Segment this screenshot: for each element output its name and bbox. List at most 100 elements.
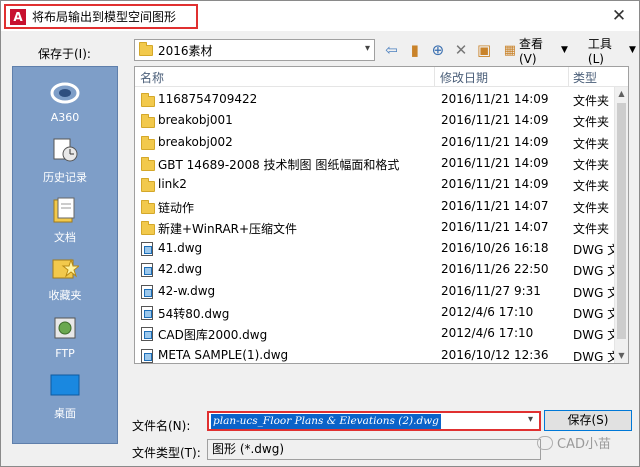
- file-row[interactable]: 42.dwg 2016/11/26 22:50 DWG 文: [135, 259, 628, 280]
- file-row[interactable]: 链动作 2016/11/21 14:07 文件夹: [135, 196, 628, 217]
- file-row[interactable]: 42-w.dwg 2016/11/27 9:31 DWG 文: [135, 281, 628, 302]
- ftp-icon: [50, 313, 80, 343]
- place-label: 文档: [54, 231, 76, 244]
- file-type-select[interactable]: 图形 (*.dwg): [207, 439, 541, 460]
- list-header: ⌃ 名称 修改日期 类型: [135, 67, 628, 87]
- file-type: 文件夹: [573, 179, 610, 194]
- file-type-label: 文件类型(T):: [132, 446, 201, 460]
- desktop-icon: [50, 371, 80, 401]
- column-header-type[interactable]: 类型: [573, 69, 597, 86]
- watermark: CAD小苗: [537, 433, 611, 452]
- place-history[interactable]: 历史记录: [13, 135, 117, 185]
- dwg-file-icon: [141, 348, 153, 363]
- search-web-icon[interactable]: ⊕: [427, 39, 448, 61]
- place-desktop[interactable]: 桌面: [13, 371, 117, 421]
- window-title: 将布局输出到模型空间图形: [32, 10, 177, 24]
- file-type: 文件夹: [573, 221, 610, 236]
- close-icon[interactable]: ✕: [609, 6, 629, 26]
- scroll-thumb[interactable]: [617, 103, 626, 339]
- file-name: breakobj002: [158, 134, 233, 149]
- place-a360[interactable]: A360: [13, 77, 117, 124]
- modified-date: 2016/11/21 14:07: [441, 219, 549, 234]
- file-row[interactable]: 1168754709422 2016/11/21 14:09 文件夹: [135, 89, 628, 110]
- modified-date: 2016/11/21 14:09: [441, 113, 549, 128]
- file-name: CAD图库2000.dwg: [158, 328, 268, 343]
- folder-icon: [141, 114, 155, 129]
- chevron-down-icon[interactable]: ▾: [365, 43, 370, 54]
- delete-icon[interactable]: ✕: [450, 39, 471, 61]
- new-folder-icon[interactable]: ▣: [474, 39, 495, 61]
- file-row[interactable]: GBT 14689-2008 技术制图 图纸幅面和格式 2016/11/21 14…: [135, 153, 628, 174]
- file-name: 链动作: [158, 200, 195, 215]
- file-name: META SAMPLE(1).dwg: [158, 347, 289, 362]
- title-bar: A 将布局输出到模型空间图形 ✕: [1, 1, 639, 31]
- watermark-text: CAD小苗: [557, 437, 611, 452]
- file-name: link2: [158, 177, 187, 192]
- dwg-file-icon: [141, 284, 153, 299]
- save-in-combo[interactable]: 2016素材 ▾: [134, 39, 375, 61]
- file-name: 新建+WinRAR+压缩文件: [158, 221, 298, 236]
- place-documents[interactable]: 文档: [13, 195, 117, 245]
- file-type: DWG 文: [573, 307, 620, 321]
- scroll-down-icon[interactable]: ▼: [615, 349, 628, 363]
- autocad-icon: A: [10, 8, 26, 25]
- save-in-label: 保存于(I):: [38, 47, 91, 61]
- wechat-icon: [537, 435, 553, 450]
- folder-icon: [141, 220, 155, 235]
- view-menu[interactable]: ▦ 查看(V) ▼: [501, 37, 571, 66]
- file-name-input[interactable]: plan-ucs_Floor Plans & Elevations (2).dw…: [207, 411, 541, 431]
- back-arrow-icon[interactable]: ⇦: [381, 39, 402, 61]
- file-row[interactable]: 41.dwg 2016/10/26 16:18 DWG 文: [135, 238, 628, 259]
- dwg-file-icon: [141, 242, 153, 257]
- file-name: 1168754709422: [158, 92, 258, 106]
- chevron-down-icon: ▼: [629, 45, 636, 55]
- file-name-label: 文件名(N):: [132, 419, 191, 433]
- vertical-scrollbar[interactable]: ▲ ▼: [614, 87, 628, 363]
- place-ftp[interactable]: FTP: [13, 313, 117, 360]
- modified-date: 2016/10/26 16:18: [441, 241, 549, 256]
- file-row[interactable]: META SAMPLE(1).dwg 2016/10/12 12:36 DWG 文: [135, 345, 628, 363]
- file-row[interactable]: 54转80.dwg 2012/4/6 17:10 DWG 文: [135, 302, 628, 323]
- up-folder-icon[interactable]: ▮: [404, 39, 425, 61]
- modified-date: 2016/11/26 22:50: [441, 262, 549, 277]
- modified-date: 2012/4/6 17:10: [441, 326, 534, 341]
- scroll-up-icon[interactable]: ▲: [615, 87, 628, 101]
- place-favorites[interactable]: 收藏夹: [13, 253, 117, 303]
- file-name: 54转80.dwg: [158, 307, 230, 321]
- modified-date: 2016/11/21 14:09: [441, 92, 549, 106]
- file-type: DWG 文: [573, 328, 620, 343]
- places-bar: A360 历史记录 文档 收藏夹 FTP 桌面: [12, 66, 118, 444]
- file-row[interactable]: breakobj001 2016/11/21 14:09 文件夹: [135, 110, 628, 131]
- modified-date: 2012/4/6 17:10: [441, 305, 534, 319]
- save-dialog: A 将布局输出到模型空间图形 ✕ 保存于(I): 2016素材 ▾ ⇦ ▮ ⊕ …: [0, 0, 640, 467]
- column-divider[interactable]: [434, 67, 435, 87]
- column-header-date[interactable]: 修改日期: [440, 69, 488, 86]
- file-name: 42.dwg: [158, 262, 203, 277]
- title-highlight: A 将布局输出到模型空间图形: [4, 4, 198, 29]
- place-label: A360: [50, 111, 80, 124]
- modified-date: 2016/11/21 14:09: [441, 155, 549, 170]
- cloud-icon: [50, 77, 80, 107]
- place-label: 历史记录: [43, 171, 87, 184]
- folder-icon: [141, 199, 155, 214]
- file-name: 42-w.dwg: [158, 283, 216, 298]
- file-row[interactable]: CAD图库2000.dwg 2012/4/6 17:10 DWG 文: [135, 323, 628, 344]
- file-row[interactable]: link2 2016/11/21 14:09 文件夹: [135, 174, 628, 195]
- column-divider[interactable]: [568, 67, 569, 87]
- file-name: breakobj001: [158, 113, 233, 128]
- chevron-down-icon: ▼: [560, 45, 568, 55]
- chevron-down-icon[interactable]: ▾: [528, 414, 533, 425]
- file-row[interactable]: 新建+WinRAR+压缩文件 2016/11/21 14:07 文件夹: [135, 217, 628, 238]
- column-header-name[interactable]: 名称: [140, 69, 164, 86]
- file-type: 文件夹: [573, 136, 610, 151]
- tools-menu[interactable]: 工具(L) ▼: [585, 37, 639, 66]
- save-button[interactable]: 保存(S): [544, 410, 632, 431]
- file-row[interactable]: breakobj002 2016/11/21 14:09 文件夹: [135, 132, 628, 153]
- dwg-file-icon: [141, 263, 153, 278]
- file-type: 文件夹: [573, 200, 610, 215]
- file-type: 文件夹: [573, 157, 610, 172]
- file-type: 文件夹: [573, 115, 610, 130]
- folder-icon: [141, 93, 155, 107]
- toolbar: ⇦ ▮ ⊕ ✕ ▣ ▦ 查看(V) ▼ 工具(L) ▼: [381, 37, 639, 66]
- save-in-value: 2016素材: [158, 43, 213, 58]
